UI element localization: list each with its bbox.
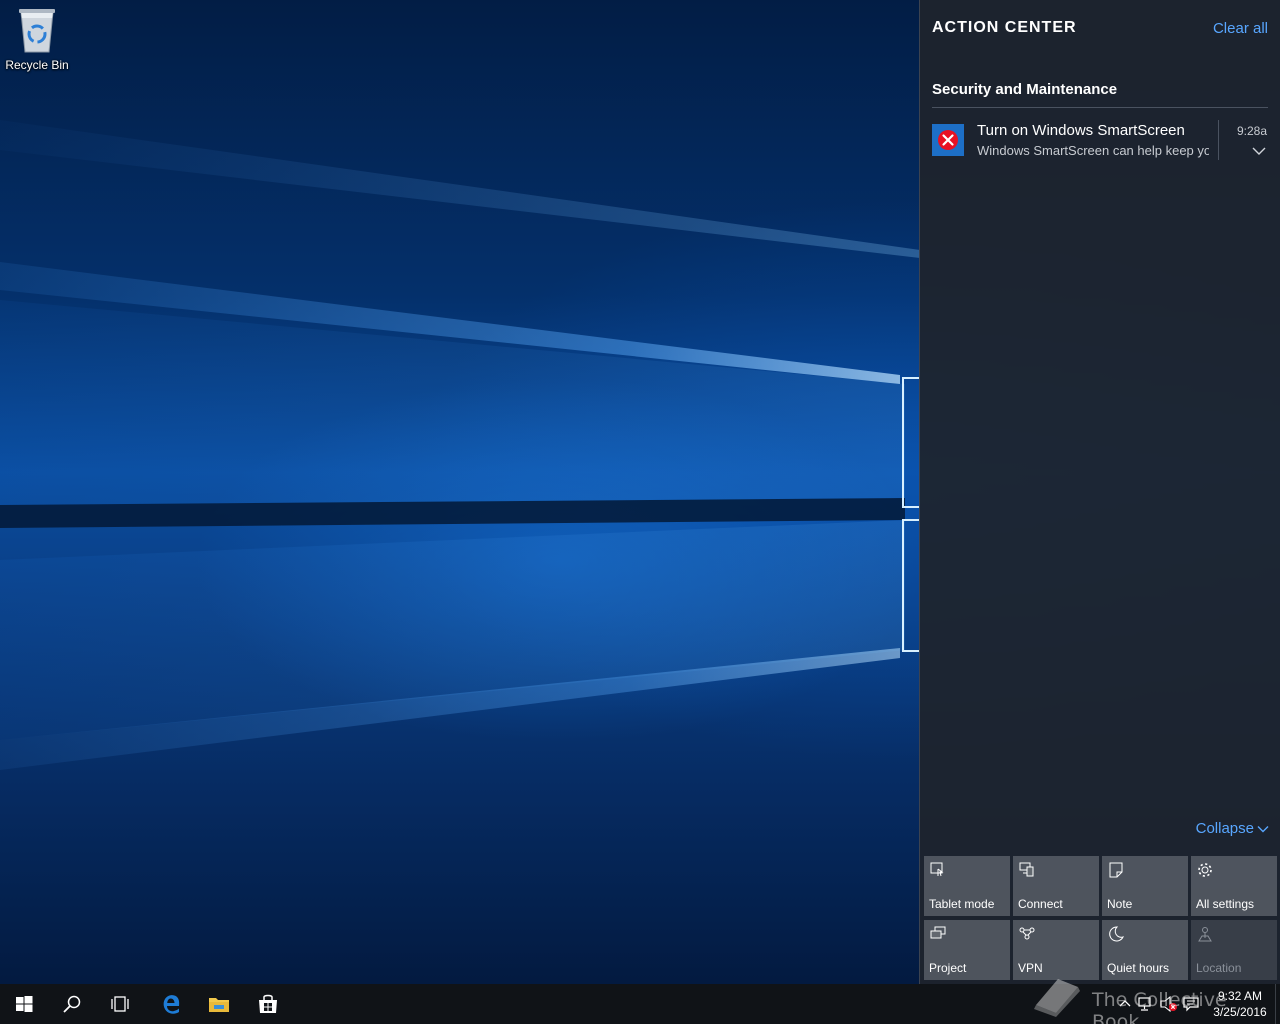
notification-app-icon (932, 124, 964, 156)
edge-browser-icon (163, 995, 180, 1014)
chevron-up-icon (1119, 1000, 1131, 1007)
quick-actions-grid: Tablet mode Connect Note All settings Pr… (924, 856, 1278, 980)
quick-action-quiet-hours[interactable]: Quiet hours (1102, 920, 1188, 980)
quick-action-label: VPN (1018, 961, 1043, 975)
quick-action-note[interactable]: Note (1102, 856, 1188, 916)
desktop-icon-recycle-bin[interactable]: Recycle Bin (4, 6, 70, 76)
quick-action-label: Location (1196, 961, 1242, 975)
network-icon (1138, 997, 1151, 1011)
action-center-tray-button[interactable] (1183, 996, 1199, 1017)
notification-time: 9:28a (1236, 124, 1267, 138)
task-view-button[interactable] (96, 984, 144, 1024)
start-button[interactable] (0, 984, 48, 1024)
project-icon (930, 926, 946, 939)
collapse-quick-actions-button[interactable]: Collapse (1196, 820, 1269, 837)
quick-action-connect[interactable]: Connect (1013, 856, 1099, 916)
search-button[interactable] (48, 984, 96, 1024)
vpn-icon (1019, 927, 1035, 940)
edge-taskbar-button[interactable] (147, 984, 195, 1024)
moon-icon (1109, 926, 1124, 942)
quick-action-label: All settings (1196, 897, 1255, 911)
error-x-icon (938, 130, 958, 150)
show-hidden-icons-button[interactable] (1118, 996, 1132, 1015)
notification-title: Turn on Windows SmartScreen (977, 122, 1185, 139)
store-taskbar-button[interactable] (244, 984, 292, 1024)
show-desktop-button[interactable] (1275, 984, 1280, 1024)
search-icon (63, 995, 81, 1013)
taskbar: 9:32 AM 3/25/2016 (0, 984, 1280, 1024)
quick-action-label: Note (1107, 897, 1133, 911)
action-center-title: ACTION CENTER (932, 19, 1077, 36)
action-center-header: ACTION CENTER Clear all (932, 19, 1268, 41)
tablet-mode-icon (930, 862, 944, 877)
system-tray: 9:32 AM 3/25/2016 (1110, 984, 1280, 1024)
store-icon (259, 994, 277, 1013)
folder-icon (209, 998, 229, 1012)
windows-logo-icon (16, 996, 33, 1012)
connect-icon (1019, 862, 1034, 877)
quick-action-location[interactable]: Location (1191, 920, 1277, 980)
quick-action-project[interactable]: Project (924, 920, 1010, 980)
task-view-icon (111, 996, 129, 1012)
quick-action-label: Tablet mode (929, 897, 995, 911)
chevron-down-icon (1257, 826, 1269, 833)
quick-action-all-settings[interactable]: All settings (1191, 856, 1277, 916)
notification-group-title: Security and Maintenance (932, 81, 1118, 98)
action-center-panel: ACTION CENTER Clear all Security and Mai… (919, 0, 1280, 984)
gear-icon (1198, 863, 1212, 877)
note-icon (1109, 862, 1123, 878)
volume-muted-icon (1160, 995, 1177, 1013)
quick-action-label: Quiet hours (1107, 961, 1170, 975)
notification-item[interactable]: Turn on Windows SmartScreen Windows Smar… (932, 116, 1268, 164)
quick-action-label: Connect (1018, 897, 1063, 911)
chevron-down-icon (1252, 147, 1266, 155)
clock-date: 3/25/2016 (1213, 1005, 1267, 1019)
volume-tray-button[interactable] (1160, 995, 1178, 1017)
notification-divider (1218, 120, 1219, 160)
notification-expand-button[interactable] (1252, 143, 1266, 161)
desktop-icon-label: Recycle Bin (5, 58, 69, 72)
quick-action-tablet-mode[interactable]: Tablet mode (924, 856, 1010, 916)
quick-action-vpn[interactable]: VPN (1013, 920, 1099, 980)
notification-body: Windows SmartScreen can help keep yo (977, 143, 1209, 158)
group-divider (932, 107, 1268, 108)
recycle-bin-icon (19, 9, 55, 53)
network-tray-button[interactable] (1138, 996, 1154, 1017)
clock-time: 9:32 AM (1217, 989, 1263, 1003)
file-explorer-taskbar-button[interactable] (195, 984, 243, 1024)
taskbar-clock[interactable]: 9:32 AM 3/25/2016 (1210, 988, 1270, 1020)
collapse-label: Collapse (1195, 820, 1254, 837)
action-center-icon (1183, 997, 1199, 1012)
location-icon (1198, 927, 1212, 942)
clear-all-link[interactable]: Clear all (1213, 20, 1268, 37)
quick-action-label: Project (929, 961, 967, 975)
